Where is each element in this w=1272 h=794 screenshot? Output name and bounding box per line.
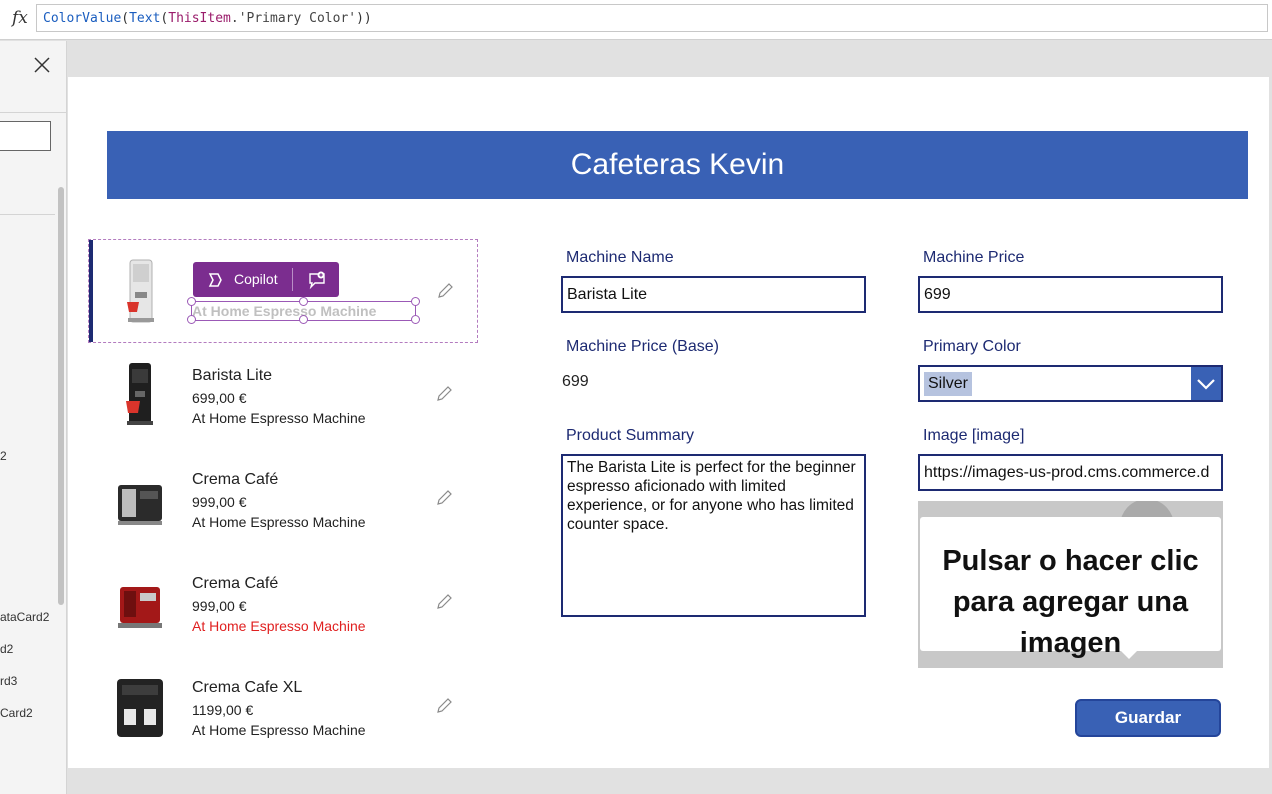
tree-item[interactable]: ataCard2 bbox=[0, 610, 49, 624]
machine-price-base-label: Machine Price (Base) bbox=[566, 338, 719, 355]
gallery-item-price: 999,00 € bbox=[192, 494, 247, 510]
gallery-item-title: Barista Lite bbox=[192, 367, 273, 384]
edit-icon[interactable] bbox=[435, 385, 453, 403]
gallery-item-title: Crema Café bbox=[192, 471, 279, 488]
close-icon[interactable] bbox=[32, 55, 52, 75]
dropdown-button[interactable] bbox=[1191, 367, 1221, 400]
formula-input[interactable]: ColorValue(Text(ThisItem.'Primary Color'… bbox=[36, 4, 1268, 32]
copilot-label: Copilot bbox=[234, 271, 278, 287]
copilot-icon bbox=[208, 273, 222, 287]
gallery-item-price: 1199,00 € bbox=[192, 702, 254, 718]
panel-divider bbox=[0, 112, 66, 113]
formula-token: ( bbox=[121, 11, 130, 26]
product-image bbox=[126, 363, 153, 425]
product-summary-input[interactable]: The Barista Lite is perfect for the begi… bbox=[561, 454, 866, 617]
product-image bbox=[118, 587, 162, 628]
tree-view-panel: 2 ataCard2 d2 rd3 Card2 bbox=[0, 41, 67, 794]
copilot-divider bbox=[292, 268, 293, 291]
primary-color-dropdown[interactable]: Silver bbox=[918, 365, 1223, 402]
gallery-item-subtitle: At Home Espresso Machine bbox=[192, 618, 366, 634]
formula-bar: fx ColorValue(Text(ThisItem.'Primary Col… bbox=[0, 0, 1272, 40]
formula-token: .'Primary Color' bbox=[230, 11, 357, 26]
tree-item[interactable]: rd3 bbox=[0, 674, 17, 688]
app-header: Cafeteras Kevin bbox=[107, 131, 1248, 199]
tooltip-pointer bbox=[1121, 651, 1137, 659]
image-url-input[interactable]: https://images-us-prod.cms.commerce.d bbox=[918, 454, 1223, 491]
machine-name-input[interactable]: Barista Lite bbox=[561, 276, 866, 313]
tree-item[interactable]: d2 bbox=[0, 642, 13, 656]
app-canvas: Cafeteras Kevin Copilot At Home Espresso… bbox=[68, 77, 1269, 768]
gallery-item[interactable]: Copilot At Home Espresso Machine bbox=[88, 239, 478, 343]
comment-add-icon[interactable] bbox=[307, 270, 327, 290]
gallery-item-title: Crema Cafe XL bbox=[192, 679, 303, 696]
gallery-item-title: Crema Café bbox=[192, 575, 279, 592]
edit-icon[interactable] bbox=[436, 282, 454, 300]
tree-item[interactable]: 2 bbox=[0, 449, 7, 463]
gallery-item[interactable]: Crema Café 999,00 € At Home Espresso Mac… bbox=[88, 551, 478, 655]
machine-price-label: Machine Price bbox=[923, 249, 1025, 266]
image-placeholder[interactable]: Pulsar o hacer clic para agregar una ima… bbox=[918, 501, 1223, 668]
tree-item[interactable]: Card2 bbox=[0, 706, 33, 720]
gallery-item[interactable]: Crema Cafe XL 1199,00 € At Home Espresso… bbox=[88, 655, 478, 759]
edit-icon[interactable] bbox=[435, 489, 453, 507]
resize-handle[interactable] bbox=[299, 315, 308, 324]
resize-handle[interactable] bbox=[411, 315, 420, 324]
selection-bar bbox=[89, 240, 93, 342]
chevron-down-icon bbox=[1197, 379, 1215, 390]
primary-color-selected: Silver bbox=[924, 372, 973, 396]
formula-token: ColorValue bbox=[43, 11, 122, 26]
tree-scrollbar[interactable] bbox=[58, 187, 64, 605]
gallery-item[interactable]: Crema Café 999,00 € At Home Espresso Mac… bbox=[88, 447, 478, 551]
gallery-item[interactable]: Barista Lite 699,00 € At Home Espresso M… bbox=[88, 343, 478, 447]
tree-search-input[interactable] bbox=[0, 121, 51, 151]
save-button[interactable]: Guardar bbox=[1075, 699, 1221, 737]
product-image bbox=[117, 679, 163, 737]
panel-divider bbox=[0, 214, 55, 215]
machine-price-input[interactable]: 699 bbox=[918, 276, 1223, 313]
formula-token: )) bbox=[356, 11, 372, 26]
edit-icon[interactable] bbox=[435, 593, 453, 611]
gallery-item-subtitle: At Home Espresso Machine bbox=[192, 410, 366, 426]
image-label: Image [image] bbox=[923, 427, 1025, 444]
machine-price-base-value: 699 bbox=[562, 373, 589, 390]
gallery-item-subtitle: At Home Espresso Machine bbox=[192, 514, 366, 530]
resize-handle[interactable] bbox=[411, 297, 420, 306]
product-image bbox=[127, 259, 154, 323]
resize-handle[interactable] bbox=[187, 297, 196, 306]
formula-token: ThisItem bbox=[168, 11, 231, 26]
product-gallery: Copilot At Home Espresso Machine Barista… bbox=[88, 239, 478, 769]
copilot-button[interactable]: Copilot bbox=[193, 262, 339, 297]
resize-handle[interactable] bbox=[187, 315, 196, 324]
image-add-text: Pulsar o hacer clic para agregar una ima… bbox=[942, 545, 1199, 659]
gallery-item-price: 999,00 € bbox=[192, 598, 247, 614]
fx-icon: fx bbox=[12, 8, 28, 28]
machine-name-label: Machine Name bbox=[566, 249, 674, 266]
formula-token: Text bbox=[129, 11, 161, 26]
resize-handle[interactable] bbox=[299, 297, 308, 306]
gallery-item-subtitle: At Home Espresso Machine bbox=[192, 722, 366, 738]
primary-color-label: Primary Color bbox=[923, 338, 1021, 355]
product-summary-label: Product Summary bbox=[566, 427, 695, 444]
edit-icon[interactable] bbox=[435, 697, 453, 715]
gallery-item-price: 699,00 € bbox=[192, 390, 247, 406]
product-image bbox=[118, 485, 162, 525]
image-add-tooltip: Pulsar o hacer clic para agregar una ima… bbox=[920, 517, 1221, 659]
